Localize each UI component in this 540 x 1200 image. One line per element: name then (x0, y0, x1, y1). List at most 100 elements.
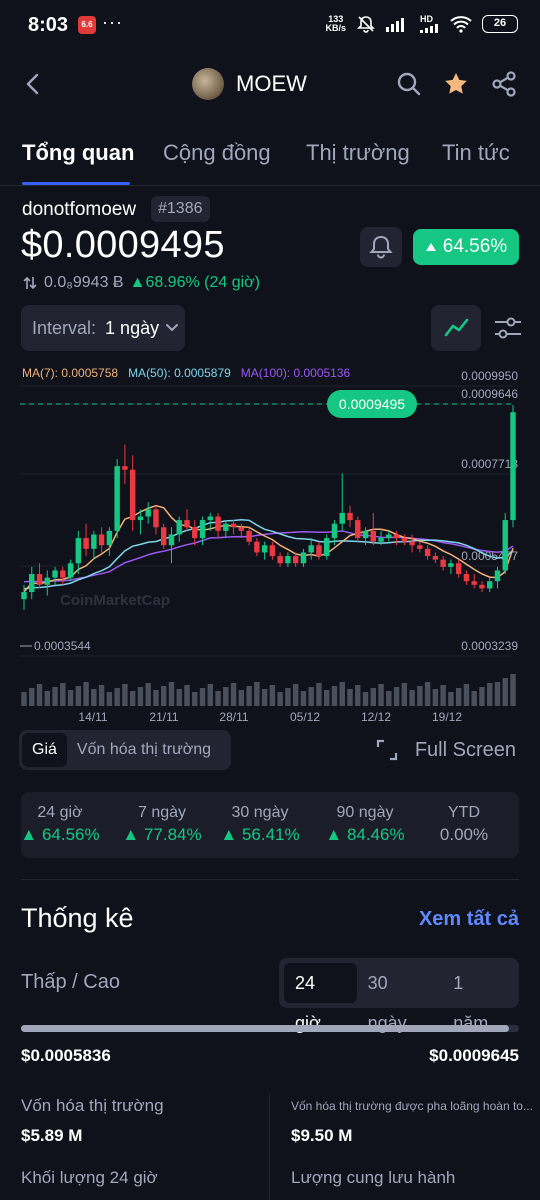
range-1y[interactable]: 1 năm (442, 963, 514, 1033)
candle-body (36, 574, 43, 585)
volume-bar (160, 686, 167, 706)
volume-bar (471, 691, 477, 706)
candle-body (316, 545, 322, 557)
price-alert-button[interactable] (360, 227, 402, 267)
rank-badge: #1386 (151, 196, 210, 222)
fdv-value: $9.50 M (291, 1126, 353, 1145)
candle-body (137, 516, 144, 521)
toggle-market-cap[interactable]: Vốn hóa thị trường (67, 733, 221, 767)
candle-body (479, 584, 485, 589)
coin-price: $0.0009495 (21, 224, 225, 266)
candle-body (199, 520, 206, 539)
price-marketcap-toggle: Giá Vốn hóa thị trường (19, 730, 231, 770)
share-icon[interactable] (490, 70, 518, 98)
perf-30d: 30 ngày ▲ 56.41% (220, 804, 300, 844)
hd-signal-icon: HD (420, 15, 440, 33)
interval-dropdown[interactable]: Interval: 1 ngày (21, 305, 185, 351)
candle-body (393, 534, 400, 539)
shopping-app-icon: 6.6 (78, 16, 96, 34)
triangle-up-icon (425, 243, 436, 251)
volume-bar (83, 682, 89, 706)
candle-body (440, 559, 446, 567)
candle-body (502, 520, 508, 571)
volume-bar (114, 688, 120, 706)
range-24h[interactable]: 24 giờ (284, 963, 357, 1033)
search-icon[interactable] (395, 70, 423, 98)
volume-bar (424, 682, 431, 706)
volume-bar (347, 689, 353, 706)
network-speed: 133 KB/s (325, 14, 346, 33)
x-axis-label: 21/11 (149, 710, 178, 724)
tab-active-indicator (22, 182, 130, 185)
price-chart[interactable]: 0.00099500.00096460.00077130.00054770.00… (0, 360, 540, 730)
candle-body (370, 530, 377, 542)
status-bar: 8:03 6.6 ··· 133 KB/s HD 26 (0, 0, 540, 52)
candle-body (486, 581, 493, 589)
line-chart-icon (444, 318, 469, 337)
chart-settings-icon[interactable] (492, 312, 524, 344)
candle-body (21, 592, 27, 600)
section-divider (21, 879, 519, 880)
candle-body (277, 556, 283, 564)
tab-bar: Tổng quan Cộng đồng Thị trường Tin tức (0, 134, 540, 186)
price-change-badge: 64.56% (413, 229, 519, 265)
candle-body (323, 538, 330, 557)
low-high-label: Thấp / Cao (21, 971, 120, 993)
fullscreen-button[interactable]: Full Screen (375, 738, 516, 762)
range-30d[interactable]: 30 ngày (357, 963, 443, 1033)
candle-body (238, 527, 245, 531)
tab-news[interactable]: Tin tức (442, 140, 510, 166)
volume-bar (323, 690, 330, 706)
volume-24h-label: Khối lượng 24 giờ (21, 1168, 158, 1187)
performance-table: 24 giờ ▲ 64.56% 7 ngày ▲ 77.84% 30 ngày … (20, 792, 519, 858)
volume-bar (300, 691, 307, 706)
volume-bar (122, 684, 128, 706)
candle-body (122, 466, 128, 470)
candle-body (269, 545, 276, 557)
candle-body (331, 523, 338, 539)
candle-body (52, 570, 58, 578)
candle-body (401, 538, 408, 542)
y-axis-label: 0.0009646 (461, 387, 518, 401)
volume-bar (269, 685, 276, 706)
volume-bar (67, 690, 74, 706)
coin-name: MOEW (236, 71, 307, 96)
candle-body (261, 545, 268, 553)
volume-bar (417, 686, 423, 706)
low-high-range-bar (21, 1025, 519, 1032)
battery-icon: 26 (482, 15, 518, 33)
tab-overview[interactable]: Tổng quan (22, 140, 134, 166)
candle-body (417, 545, 423, 549)
volume-bar (432, 689, 439, 706)
star-icon[interactable] (442, 70, 470, 98)
volume-bar (106, 692, 113, 706)
back-arrow-icon[interactable] (20, 70, 48, 98)
toggle-price[interactable]: Giá (22, 733, 67, 767)
candle-body (246, 530, 252, 542)
bell-icon (369, 235, 393, 259)
volume-bar (331, 686, 338, 706)
candle-body (300, 552, 307, 564)
volume-bar (176, 689, 182, 706)
more-notifications-icon: ··· (102, 12, 123, 32)
volume-bar (308, 687, 314, 706)
tab-markets[interactable]: Thị trường (306, 140, 410, 166)
volume-bar (254, 682, 260, 706)
candle-body (168, 534, 175, 546)
high-value: $0.0009645 (429, 1046, 519, 1065)
ma50-line (23, 518, 514, 590)
candle-body (75, 538, 82, 564)
candle-body (471, 581, 477, 585)
see-all-link[interactable]: Xem tất cả (419, 908, 519, 931)
volume-bar (261, 689, 268, 706)
candle-body (44, 577, 51, 585)
perf-ytd: YTD 0.00% (439, 804, 489, 844)
coin-avatar (192, 68, 224, 100)
tab-community[interactable]: Cộng đồng (163, 140, 271, 166)
x-axis-label: 05/12 (290, 710, 320, 724)
candle-body (192, 527, 198, 539)
candle-body (91, 534, 97, 549)
volume-bar (463, 684, 470, 706)
line-chart-toggle[interactable] (431, 305, 481, 351)
candle-body (510, 412, 516, 521)
